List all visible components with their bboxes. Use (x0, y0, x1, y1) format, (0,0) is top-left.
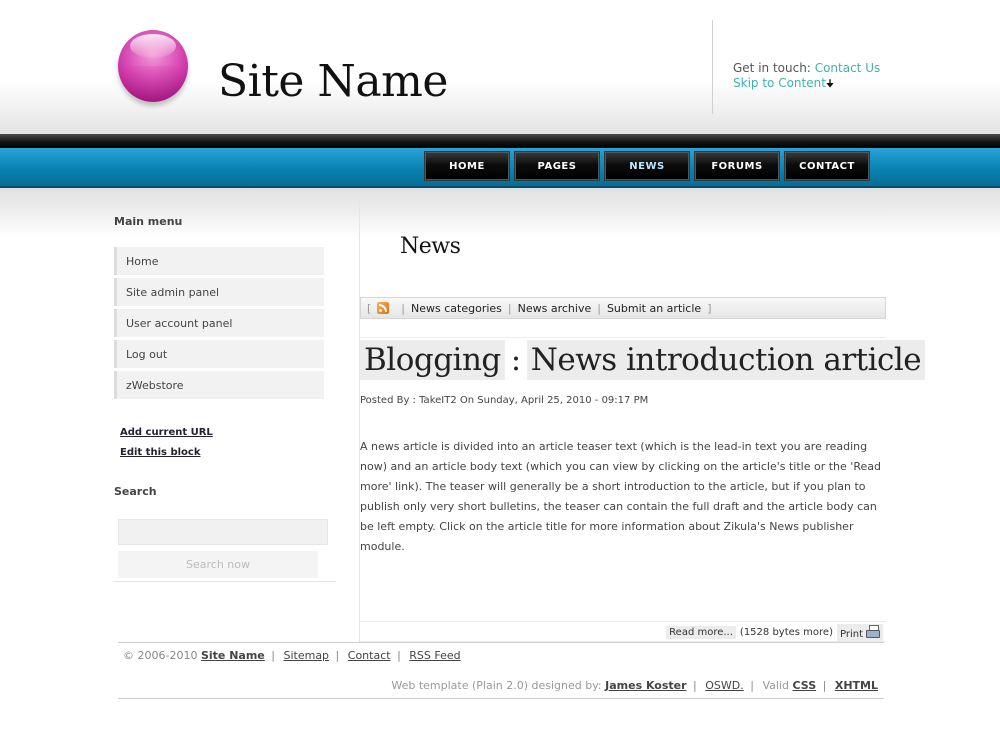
article-heading: Blogging : News introduction article (360, 340, 926, 380)
main-nav: Home Pages News Forums Contact (0, 148, 1000, 188)
oswd-link[interactable]: OSWD. (705, 679, 743, 692)
submit-article-link[interactable]: Submit an article (607, 302, 701, 315)
site-header: Site Name Get in touch: Contact Us Skip … (0, 0, 1000, 134)
copyright-text: © 2006-2010 (123, 649, 198, 662)
separator: | (750, 679, 754, 692)
valid-css-link[interactable]: CSS (792, 679, 816, 692)
page-title: News (400, 234, 461, 259)
footer-top-rule (118, 642, 884, 643)
article-title-link[interactable]: News introduction article (526, 340, 926, 380)
separator: | (597, 301, 601, 315)
designer-link[interactable]: James Koster (605, 679, 686, 692)
nav-contact[interactable]: Contact (784, 151, 870, 181)
credit-prefix: Web template (Plain 2.0) designed by: (391, 679, 602, 692)
main-menu-title: Main menu (114, 215, 183, 228)
article-top-rule (360, 337, 886, 338)
content-top-rule (360, 208, 886, 210)
header-contact: Get in touch: Contact Us Skip to Content… (733, 61, 880, 92)
separator: | (401, 301, 406, 315)
search-title: Search (114, 485, 157, 498)
site-name[interactable]: Site Name (218, 56, 448, 107)
under-nav-gradient (0, 188, 1000, 238)
nav-news[interactable]: News (604, 151, 690, 181)
menu-item-zwebstore[interactable]: zWebstore (114, 371, 324, 399)
article-meta: Posted By : TakeIT2 On Sunday, April 25,… (360, 395, 649, 406)
read-more-link[interactable]: Read more... (666, 626, 736, 639)
footer-credits-row: Web template (Plain 2.0) designed by: Ja… (391, 679, 878, 692)
printer-icon (866, 625, 880, 638)
separator: | (693, 679, 697, 692)
nav-home[interactable]: Home (424, 151, 510, 181)
menu-item-log-out[interactable]: Log out (114, 340, 324, 368)
article-body: A news article is divided into an articl… (360, 440, 881, 553)
print-label: Print (839, 629, 863, 640)
footer-sitemap-link[interactable]: Sitemap (283, 649, 329, 662)
footer-rss-feed-link[interactable]: RSS Feed (409, 649, 460, 662)
search-divider (114, 581, 336, 582)
nav-forums[interactable]: Forums (694, 151, 780, 181)
bytes-more-text: (1528 bytes more) (739, 627, 833, 638)
footer-bottom-rule (118, 698, 884, 699)
news-toolbar: [ | News categories | News archive | Sub… (360, 297, 886, 319)
content-left-border (359, 196, 360, 642)
menu-item-site-admin-panel[interactable]: Site admin panel (114, 278, 324, 306)
separator: | (397, 649, 401, 662)
separator: | (335, 649, 340, 662)
news-archive-link[interactable]: News archive (518, 302, 592, 315)
add-current-url-link[interactable]: Add current URL (120, 427, 213, 438)
news-categories-link[interactable]: News categories (411, 302, 502, 315)
separator: | (822, 679, 827, 692)
rss-icon[interactable] (377, 302, 390, 314)
header-divider (712, 20, 713, 114)
nav-pages[interactable]: Pages (514, 151, 600, 181)
contact-us-link[interactable]: Contact Us (815, 61, 881, 75)
main-menu-list: Home Site admin panel User account panel… (114, 247, 324, 402)
valid-prefix: Valid (762, 679, 789, 692)
close-bracket: ] (707, 301, 712, 315)
title-colon: : (510, 342, 521, 378)
arrow-down-icon: 🠋 (825, 79, 835, 90)
edit-this-block-link[interactable]: Edit this block (120, 447, 200, 458)
menu-item-user-account-panel[interactable]: User account panel (114, 309, 324, 337)
footer-site-name-link[interactable]: Site Name (201, 649, 265, 662)
contact-prefix: Get in touch: (733, 61, 811, 75)
search-now-button[interactable]: Search now (118, 551, 318, 578)
article-category-link[interactable]: Blogging (360, 340, 505, 380)
search-input[interactable] (118, 519, 328, 545)
valid-xhtml-link[interactable]: XHTML (835, 679, 878, 692)
skip-to-content-link[interactable]: Skip to Content (733, 76, 826, 90)
menu-item-home[interactable]: Home (114, 247, 324, 275)
open-bracket: [ (367, 301, 372, 315)
footer-contact-link[interactable]: Contact (348, 649, 391, 662)
article-footer-bar: Read more... (1528 bytes more) Print (360, 621, 886, 642)
logo-orb-icon[interactable] (118, 30, 188, 102)
print-link[interactable]: Print (836, 624, 883, 641)
header-dark-band (0, 134, 1000, 148)
separator: | (507, 301, 512, 315)
separator: | (271, 649, 275, 662)
footer-links-row: © 2006-2010 Site Name | Sitemap | Contac… (123, 649, 461, 662)
